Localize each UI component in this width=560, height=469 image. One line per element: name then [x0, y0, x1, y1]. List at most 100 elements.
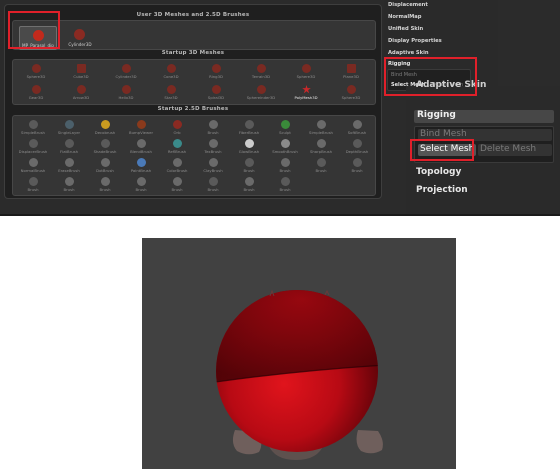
brush-item[interactable]: SharpBrush — [303, 138, 339, 157]
mesh-item-label: Ring3D — [209, 74, 223, 79]
mesh-item-label: Cone3D — [163, 74, 179, 79]
brush-item[interactable]: Decobrush — [87, 119, 123, 138]
mesh-item-label: Spiral3D — [207, 95, 225, 100]
brush-item[interactable]: DotBrush — [87, 157, 123, 176]
menu-item-unified-skin[interactable]: Unified Skin — [388, 26, 494, 32]
brush-item[interactable]: Brush — [267, 176, 303, 195]
brush-item[interactable]: Brush — [267, 157, 303, 176]
brush-icon — [173, 120, 182, 129]
brush-item[interactable]: Brush — [339, 157, 375, 176]
polymesh-star-icon — [302, 85, 311, 94]
delete-mesh-button-zoomed[interactable]: Delete Mesh — [478, 144, 552, 156]
mesh-item-cube3d[interactable]: Cube3D — [62, 63, 100, 82]
brush-item[interactable]: ReflBrush — [159, 138, 195, 157]
brush-item[interactable]: EraseBrush — [51, 157, 87, 176]
brush-item-label: PaintBrush — [130, 168, 152, 173]
brush-item[interactable]: TexBrush — [195, 138, 231, 157]
menu-item-displacement[interactable]: Displacement — [388, 2, 494, 8]
topology-button[interactable]: Topology — [416, 167, 461, 177]
startup-brushes-title: Startup 2.5D Brushes — [157, 106, 229, 112]
brush-item[interactable]: Brush — [231, 176, 267, 195]
mesh-item-cylinder3d[interactable]: Cylinder3D — [107, 63, 145, 82]
mesh-item-label: Sphere3D — [26, 74, 46, 79]
brush-item-label: SimpleBrush — [21, 130, 45, 135]
brush-item[interactable]: Brush — [195, 119, 231, 138]
brush-item[interactable]: DisplacerBrush — [15, 138, 51, 157]
mesh-item-label: PolyMesh3D — [294, 95, 318, 100]
mesh-item-arrow3d[interactable]: Arrow3D — [62, 84, 100, 103]
brush-item[interactable]: BumpViewer — [123, 119, 159, 138]
brush-item[interactable]: SmoothBrush — [267, 138, 303, 157]
brush-item-label: FlatBrush — [59, 149, 78, 154]
brush-icon — [281, 177, 290, 186]
mesh-item-cone3d[interactable]: Cone3D — [152, 63, 190, 82]
brush-item[interactable]: Brush — [87, 176, 123, 195]
brush-icon — [65, 177, 74, 186]
brush-icon — [101, 177, 110, 186]
mesh-item-ring3d[interactable]: Ring3D — [197, 63, 235, 82]
menu-item-normalmap[interactable]: NormalMap — [388, 14, 494, 20]
brush-icon — [65, 158, 74, 167]
brush-item[interactable]: FiberBrush — [231, 119, 267, 138]
highlight-user-mesh — [8, 11, 60, 49]
mesh-item-gear3d[interactable]: Gear3D — [17, 84, 55, 103]
brush-item[interactable]: DepthBrush — [339, 138, 375, 157]
mesh-item-spiral3d[interactable]: Spiral3D — [197, 84, 235, 103]
brush-item-label: Brush — [243, 187, 255, 192]
brush-item[interactable]: Brush — [195, 176, 231, 195]
brush-item-label: ReflBrush — [167, 149, 187, 154]
brush-item[interactable]: Brush — [231, 157, 267, 176]
brush-item[interactable]: GlowBrush — [231, 138, 267, 157]
brush-item-label: ColorBrush — [166, 168, 188, 173]
brush-item[interactable]: NormalBrush — [15, 157, 51, 176]
projection-button[interactable]: Projection — [416, 185, 468, 195]
brush-item[interactable]: SimpleBrush — [15, 119, 51, 138]
sphere-icon — [257, 85, 266, 94]
brush-item-label: SmoothBrush — [272, 149, 298, 154]
brush-item[interactable]: Brush — [15, 176, 51, 195]
mesh-item-sphere3d[interactable]: Sphere3D — [287, 63, 325, 82]
brush-item[interactable]: FlatBrush — [51, 138, 87, 157]
mesh-item-sphere3d[interactable]: Sphere3D — [17, 63, 55, 82]
mesh-item-terrain3d[interactable]: Terrain3D — [242, 63, 280, 82]
startup-3d-panel: Sphere3D Cube3D Cylinder3D Cone3D Ring3D Terr… — [12, 59, 376, 105]
brush-icon — [317, 120, 326, 129]
brush-item[interactable]: Orb — [159, 119, 195, 138]
brush-icon — [209, 139, 218, 148]
menu-item-display-properties[interactable]: Display Properties — [388, 38, 494, 44]
brush-item[interactable]: SimpleBrush — [303, 119, 339, 138]
brush-item-label: Brush — [351, 168, 363, 173]
mesh-item-label: Gear3D — [28, 95, 44, 100]
ring-icon — [212, 64, 221, 73]
brush-item[interactable]: PaintBrush — [123, 157, 159, 176]
brush-item[interactable]: Brush — [159, 176, 195, 195]
rigging-button[interactable]: Rigging — [414, 110, 554, 123]
brush-item[interactable]: ClayBrush — [195, 157, 231, 176]
brush-icon — [209, 120, 218, 129]
brush-item[interactable]: Brush — [123, 176, 159, 195]
brush-item-label: ClayBrush — [203, 168, 223, 173]
brush-icon — [101, 139, 110, 148]
menu-item-adaptive-skin[interactable]: Adaptive Skin — [388, 50, 494, 56]
brush-icon — [173, 158, 182, 167]
brush-item[interactable]: Sculpt — [267, 119, 303, 138]
user-mesh-label: Cylinder3D — [68, 42, 92, 47]
mesh-item-sphereinder3d[interactable]: Sphereinder3D — [242, 84, 280, 103]
brush-item[interactable]: Brush — [51, 176, 87, 195]
viewport-canvas[interactable] — [142, 238, 456, 469]
brush-icon — [65, 139, 74, 148]
mesh-item-helix3d[interactable]: Helix3D — [107, 84, 145, 103]
mesh-item-plane3d[interactable]: Plane3D — [332, 63, 370, 82]
brush-item[interactable]: BlendBrush — [123, 138, 159, 157]
brush-item[interactable]: ColorBrush — [159, 157, 195, 176]
mesh-item-polymesh3d[interactable]: PolyMesh3D — [287, 84, 325, 103]
brush-item[interactable]: SoftBrush — [339, 119, 375, 138]
mesh-item-sphere3d[interactable]: Sphere3D — [332, 84, 370, 103]
user-mesh-item[interactable]: Cylinder3D — [61, 26, 99, 50]
brush-item[interactable]: ShadeBrush — [87, 138, 123, 157]
mesh-item-star3d[interactable]: Star3D — [152, 84, 190, 103]
brush-item[interactable]: SingleLayer — [51, 119, 87, 138]
brush-item[interactable]: Brush — [303, 157, 339, 176]
brush-item-label: BumpViewer — [128, 130, 154, 135]
zbrush-tool-panel-screenshot: User 3D Meshes and 2.5D Brushes MP_Paras… — [0, 0, 560, 216]
